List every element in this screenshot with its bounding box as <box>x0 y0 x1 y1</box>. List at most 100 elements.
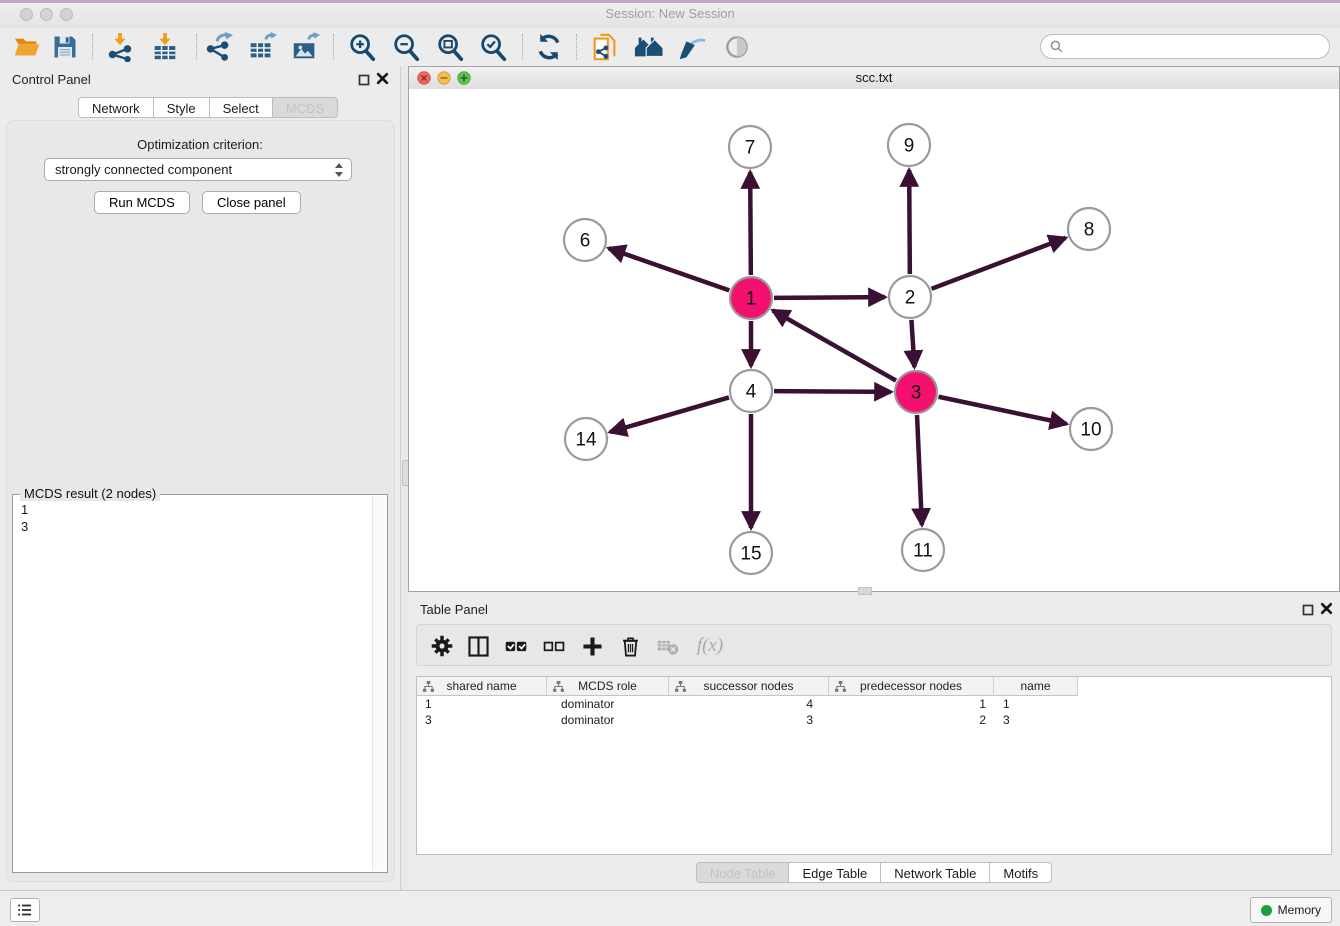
memory-button[interactable]: Memory <box>1250 897 1332 923</box>
select-all-icon[interactable] <box>501 631 531 661</box>
panel-split-divider[interactable] <box>400 66 408 890</box>
horizontal-divider-grip[interactable] <box>858 587 872 595</box>
save-session-icon[interactable] <box>48 31 82 63</box>
edge-3-10[interactable] <box>939 397 1067 424</box>
toolbar-separator <box>576 34 577 60</box>
zoom-in-icon[interactable] <box>345 31 379 63</box>
column-header-predecessor-nodes[interactable]: predecessor nodes <box>829 677 994 696</box>
column-header-successor-nodes[interactable]: successor nodes <box>669 677 829 696</box>
edge-4-14[interactable] <box>610 397 729 432</box>
add-row-icon[interactable] <box>577 631 607 661</box>
table-cell[interactable]: 4 <box>669 696 829 712</box>
tab-network[interactable]: Network <box>78 97 154 118</box>
result-scrollbar[interactable] <box>372 496 386 871</box>
table-cell[interactable]: dominator <box>547 712 669 728</box>
node-label-7: 7 <box>745 138 756 159</box>
tab-style[interactable]: Style <box>154 97 210 118</box>
apply-layout-icon[interactable] <box>532 31 566 63</box>
home-icon[interactable] <box>632 31 666 63</box>
tab-network-table[interactable]: Network Table <box>881 862 990 883</box>
edge-4-3[interactable] <box>774 391 891 392</box>
memory-status-icon <box>1261 905 1272 916</box>
search-icon <box>1049 39 1065 55</box>
optimization-value: strongly connected component <box>55 162 332 177</box>
delete-row-icon[interactable] <box>615 631 645 661</box>
toolbar-separator <box>92 34 93 60</box>
mcds-result-list[interactable]: 1 3 <box>21 501 28 535</box>
node-label-2: 2 <box>905 288 916 309</box>
network-window-titlebar: scc.txt <box>409 67 1339 90</box>
unselect-all-icon[interactable] <box>539 631 569 661</box>
titlebar-accent <box>0 0 1340 3</box>
delete-table-icon <box>653 631 683 661</box>
control-panel-header: Control Panel <box>0 66 400 94</box>
tab-node-table[interactable]: Node Table <box>696 862 790 883</box>
export-network-icon[interactable] <box>202 31 236 63</box>
column-header-shared-name[interactable]: shared name <box>417 677 547 696</box>
table-cell[interactable]: 3 <box>669 712 829 728</box>
table-cell[interactable]: 1 <box>417 696 547 712</box>
hide-annotations-icon[interactable] <box>675 31 709 63</box>
column-header-label: MCDS role <box>578 679 637 693</box>
edge-1-7[interactable] <box>750 172 751 275</box>
close-table-panel-icon[interactable] <box>1320 602 1334 616</box>
node-label-9: 9 <box>904 136 915 157</box>
import-table-icon[interactable] <box>148 31 182 63</box>
tab-mcds[interactable]: MCDS <box>273 97 338 118</box>
edge-2-9[interactable] <box>909 170 910 274</box>
main-toolbar <box>0 28 1340 67</box>
close-panel-button[interactable]: Close panel <box>202 191 301 214</box>
tab-select[interactable]: Select <box>210 97 273 118</box>
column-header-name[interactable]: name <box>994 677 1078 696</box>
node-label-15: 15 <box>740 544 761 565</box>
export-table-icon[interactable] <box>245 31 279 63</box>
node-label-4: 4 <box>746 382 757 403</box>
edge-3-11[interactable] <box>917 415 922 525</box>
close-panel-icon[interactable] <box>376 72 390 86</box>
zoom-out-icon[interactable] <box>389 31 423 63</box>
application-window: Session: New Session <box>0 0 1340 926</box>
edge-1-2[interactable] <box>774 297 885 298</box>
optimization-select[interactable]: strongly connected component <box>44 158 352 181</box>
control-panel: Control Panel NetworkStyleSelectMCDS Opt… <box>0 66 400 890</box>
tab-motifs[interactable]: Motifs <box>990 862 1052 883</box>
search-input[interactable] <box>1069 36 1329 57</box>
table-cell[interactable]: 3 <box>994 712 1078 728</box>
network-window: scc.txt 7968124314101511 <box>408 66 1340 592</box>
table-cell[interactable]: dominator <box>547 696 669 712</box>
new-network-from-selection-icon[interactable] <box>588 31 622 63</box>
table-panel: Table Panel <box>408 596 1340 890</box>
table-row[interactable]: 3dominator323 <box>417 712 1078 728</box>
control-panel-title: Control Panel <box>12 72 91 87</box>
task-history-button[interactable] <box>10 898 40 922</box>
table-cell[interactable]: 2 <box>829 712 994 728</box>
edge-3-1[interactable] <box>773 310 896 380</box>
table-row[interactable]: 1dominator411 <box>417 696 1078 712</box>
zoom-selected-icon[interactable] <box>476 31 510 63</box>
show-graphics-details-icon[interactable] <box>720 31 754 63</box>
show-columns-icon[interactable] <box>463 631 493 661</box>
run-mcds-button[interactable]: Run MCDS <box>94 191 190 214</box>
import-network-icon[interactable] <box>103 31 137 63</box>
edge-2-3[interactable] <box>911 320 914 367</box>
edge-1-6[interactable] <box>609 248 730 290</box>
table-cell[interactable]: 1 <box>829 696 994 712</box>
open-session-icon[interactable] <box>10 31 44 63</box>
search-field[interactable] <box>1040 34 1330 59</box>
zoom-fit-icon[interactable] <box>433 31 467 63</box>
edge-2-8[interactable] <box>932 238 1066 289</box>
float-panel-icon[interactable] <box>358 73 370 85</box>
table-cell[interactable]: 3 <box>417 712 547 728</box>
column-header-label: shared name <box>446 679 516 693</box>
export-image-icon[interactable] <box>288 31 322 63</box>
network-canvas[interactable]: 7968124314101511 <box>409 89 1339 591</box>
column-header-label: predecessor nodes <box>860 679 962 693</box>
tab-edge-table[interactable]: Edge Table <box>789 862 881 883</box>
node-label-11: 11 <box>913 541 933 562</box>
table-cell[interactable]: 1 <box>994 696 1078 712</box>
toolbar-separator <box>196 34 197 60</box>
control-panel-tabs: NetworkStyleSelectMCDS <box>78 97 338 118</box>
float-table-panel-icon[interactable] <box>1302 603 1314 615</box>
settings-icon[interactable] <box>427 631 457 661</box>
column-header-MCDS-role[interactable]: MCDS role <box>547 677 669 696</box>
